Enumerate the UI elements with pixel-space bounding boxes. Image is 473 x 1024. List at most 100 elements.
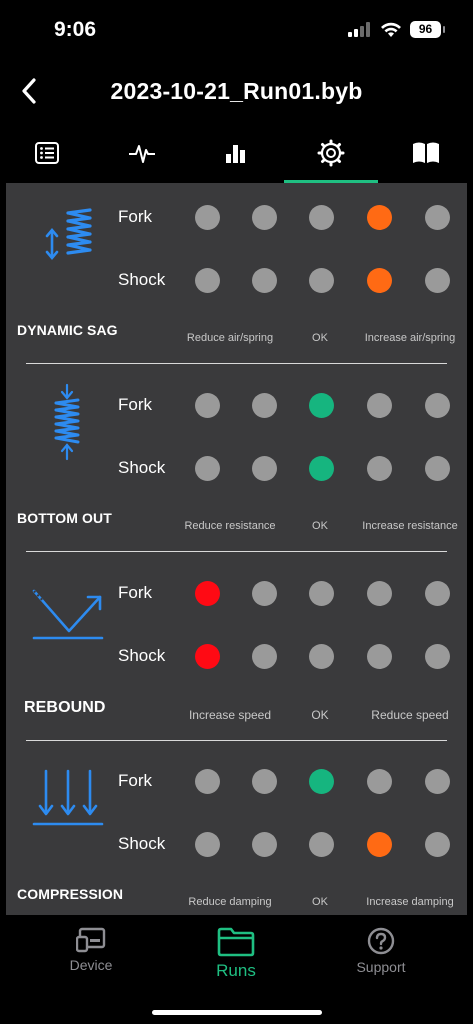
rebound-icon: [32, 589, 104, 640]
indicator-dot: [425, 769, 450, 794]
indicator-dot: [367, 456, 392, 481]
help-icon: [367, 927, 395, 955]
tab-settings[interactable]: [283, 124, 379, 183]
shock-label: Shock: [118, 270, 166, 289]
scale-left-label: Reduce air/spring: [186, 332, 274, 344]
indicator-dot-active: [309, 393, 334, 418]
list-icon: [35, 142, 60, 164]
section-bottom-out: Fork Shock BOTTOM OUT Reduce resistance …: [6, 371, 467, 559]
tab-bar: [0, 124, 473, 183]
indicator-dot: [195, 769, 220, 794]
shock-label: Shock: [118, 834, 166, 853]
indicator-dot-active: [195, 581, 220, 606]
indicator-dot-active: [367, 205, 392, 230]
compression-icon: [32, 769, 104, 826]
status-time: 9:06: [54, 18, 97, 41]
scale-right-label: Increase resistance: [362, 520, 458, 532]
indicator-dot: [425, 456, 450, 481]
shock-label: Shock: [118, 458, 166, 477]
scale-mid-label: OK: [312, 520, 328, 532]
indicator-dot-active: [195, 644, 220, 669]
indicator-dot: [309, 644, 334, 669]
bar-chart-icon: [226, 145, 246, 163]
signal-icon: [348, 22, 370, 37]
indicator-dot-active: [367, 268, 392, 293]
tab-guide[interactable]: [378, 124, 473, 182]
indicator-dot: [195, 832, 220, 857]
indicator-dot: [367, 769, 392, 794]
indicator-dot: [425, 832, 450, 857]
spring-sag-icon: [45, 208, 92, 261]
section-title: REBOUND: [24, 699, 106, 716]
home-indicator: [152, 1010, 322, 1015]
tuning-panel: Fork Shock DYNAMIC SAG Reduce air/spring…: [6, 183, 467, 915]
tab-list[interactable]: [0, 124, 95, 182]
battery-indicator: 96: [410, 21, 445, 38]
shock-label: Shock: [118, 646, 166, 665]
section-divider: [26, 363, 447, 364]
indicator-dot: [195, 393, 220, 418]
indicator-dot-active: [309, 769, 334, 794]
scale-left-label: Reduce resistance: [184, 520, 276, 532]
nav-support[interactable]: Support: [321, 927, 441, 975]
indicator-dot: [252, 456, 277, 481]
bottom-nav: Device Runs Support: [0, 915, 473, 1024]
tab-stats[interactable]: [189, 124, 284, 182]
scale-mid-label: OK: [312, 332, 328, 344]
nav-device[interactable]: Device: [31, 927, 151, 973]
section-title: COMPRESSION: [17, 886, 124, 902]
indicator-dot: [367, 393, 392, 418]
indicator-dot: [425, 581, 450, 606]
nav-runs-label: Runs: [216, 961, 256, 980]
folder-icon: [217, 927, 255, 957]
section-divider: [26, 740, 447, 741]
section-rebound: Fork Shock REBOUND Increase speed OK Red…: [6, 559, 467, 747]
nav-runs[interactable]: Runs: [176, 927, 296, 981]
fork-label: Fork: [118, 771, 152, 790]
scale-mid-label: OK: [312, 896, 328, 908]
indicator-dot-active: [309, 456, 334, 481]
status-icons: 96: [348, 21, 445, 38]
section-title: DYNAMIC SAG: [17, 322, 118, 338]
indicator-dot: [252, 644, 277, 669]
indicator-dot: [195, 205, 220, 230]
wifi-icon: [381, 22, 401, 37]
scale-left-label: Increase speed: [188, 708, 272, 722]
section-divider: [26, 551, 447, 552]
fork-label: Fork: [118, 395, 152, 414]
section-dynamic-sag: Fork Shock DYNAMIC SAG Reduce air/spring…: [6, 183, 467, 371]
nav-support-label: Support: [356, 959, 406, 975]
gear-icon: [317, 139, 345, 167]
indicator-dot: [367, 581, 392, 606]
fork-label: Fork: [118, 583, 152, 602]
indicator-dot: [309, 581, 334, 606]
tab-activity[interactable]: [95, 124, 190, 182]
devices-icon: [76, 927, 106, 953]
indicator-dot: [252, 832, 277, 857]
status-bar: 9:06 96: [0, 0, 473, 62]
indicator-dot: [425, 644, 450, 669]
book-icon: [412, 142, 439, 163]
indicator-dot: [425, 205, 450, 230]
indicator-dot: [195, 268, 220, 293]
indicator-dot: [252, 393, 277, 418]
indicator-dot: [425, 268, 450, 293]
spring-compressed-icon: [54, 383, 80, 461]
pulse-icon: [128, 145, 155, 163]
indicator-dot: [195, 456, 220, 481]
scale-right-label: Reduce speed: [371, 708, 449, 722]
indicator-dot: [309, 832, 334, 857]
indicator-dot: [252, 205, 277, 230]
scale-mid-label: OK: [311, 708, 329, 722]
fork-label: Fork: [118, 207, 152, 226]
indicator-dot-active: [367, 832, 392, 857]
page-title: 2023-10-21_Run01.byb: [110, 78, 363, 104]
section-compression: Fork Shock COMPRESSION Reduce damping OK…: [6, 747, 467, 915]
indicator-dot: [252, 581, 277, 606]
indicator-dot: [252, 769, 277, 794]
scale-left-label: Reduce damping: [188, 896, 272, 908]
indicator-dot: [367, 644, 392, 669]
header: 2023-10-21_Run01.byb: [0, 62, 473, 124]
indicator-dot: [309, 268, 334, 293]
indicator-dot: [252, 268, 277, 293]
